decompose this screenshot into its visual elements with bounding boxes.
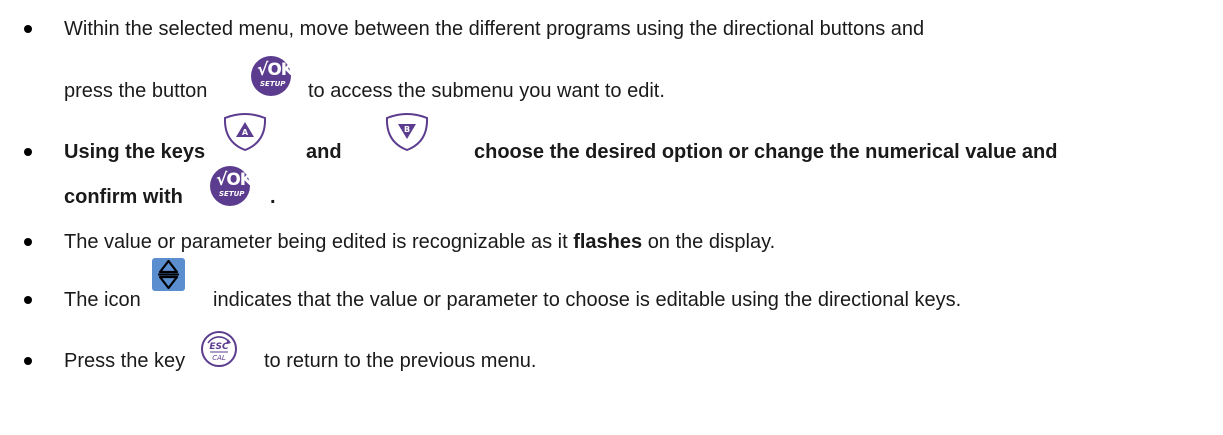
bullet-5-pre: Press the key <box>64 350 186 372</box>
bullet-2-pre: Using the keys <box>64 141 206 163</box>
bullet-dot <box>24 238 32 246</box>
bullet-5-post: to return to the previous menu. <box>264 350 537 372</box>
bullet-dot <box>24 25 32 33</box>
emphasis-flashes: flashes <box>573 231 643 253</box>
svg-text:CAL: CAL <box>212 354 226 362</box>
bullet-dot <box>24 148 32 156</box>
bullet-2-post: choose the desired option or change the … <box>474 141 1058 163</box>
ok-setup-icon: √OK SETUP <box>251 56 294 96</box>
bullet-3-text: The value or parameter being edited is r… <box>64 231 776 253</box>
bullet-4-post: indicates that the value or parameter to… <box>213 289 962 311</box>
ok-setup-icon: √OK SETUP <box>210 166 253 206</box>
bullet-1-post: to access the submenu you want to edit. <box>308 80 665 102</box>
bullet-2-line-2: confirm with <box>64 186 183 208</box>
key-a-icon: A <box>222 112 268 152</box>
bullet-4-pre: The icon <box>64 289 141 311</box>
svg-text:A: A <box>242 128 249 137</box>
esc-cal-icon: ESC CAL <box>199 329 239 369</box>
key-b-icon: B <box>384 112 430 152</box>
bullet-1-pre: press the button <box>64 80 208 102</box>
svg-text:ESC: ESC <box>209 342 229 352</box>
up-down-arrow-icon <box>152 258 185 291</box>
bullet-dot <box>24 296 32 304</box>
bullet-2-mid: and <box>306 141 342 163</box>
svg-text:B: B <box>404 125 410 134</box>
bullet-1-line-1: Within the selected menu, move between t… <box>64 18 925 40</box>
bullet-dot <box>24 357 32 365</box>
bullet-2-line-2-end: . <box>270 186 276 208</box>
